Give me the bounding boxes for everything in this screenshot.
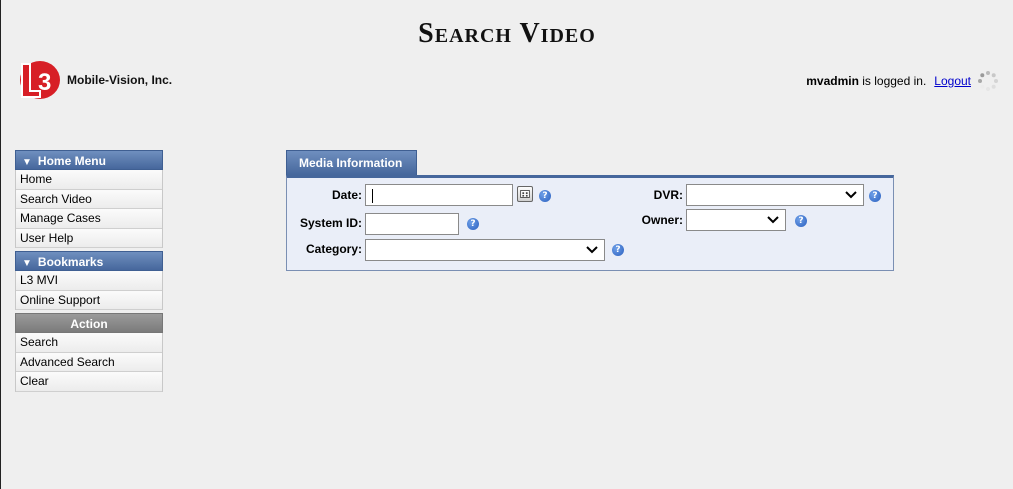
page-title: Search Video (418, 18, 596, 49)
home-menu-title: Home Menu (37, 154, 106, 168)
dvr-select[interactable] (686, 184, 864, 206)
logout-link[interactable]: Logout (934, 74, 971, 88)
bookmarks-menu: ▼ Bookmarks L3 MVI Online Support (15, 251, 163, 310)
category-label: Category: (305, 242, 362, 256)
category-select[interactable] (365, 239, 605, 261)
text-cursor (372, 189, 373, 203)
login-status-text: is logged in. (858, 74, 927, 88)
system-id-label: System ID: (299, 216, 362, 230)
sidebar-item-user-help[interactable]: User Help (16, 228, 162, 248)
action-advanced-search[interactable]: Advanced Search (16, 352, 162, 372)
owner-label: Owner: (641, 213, 683, 227)
action-search[interactable]: Search (16, 333, 162, 353)
collapse-triangle-icon: ▼ (22, 258, 32, 269)
collapse-triangle-icon: ▼ (22, 157, 32, 168)
company-name: Mobile-Vision, Inc. (67, 73, 173, 87)
l3-logo-icon: 3 (20, 61, 60, 99)
company-logo: 3 Mobile-Vision, Inc. (15, 60, 172, 100)
chevron-down-icon (767, 216, 779, 224)
sidebar-item-home[interactable]: Home (16, 170, 162, 190)
tab-media-information[interactable]: Media Information (286, 150, 418, 175)
svg-text:3: 3 (38, 69, 51, 96)
dvr-label: DVR: (653, 188, 683, 202)
system-id-input[interactable] (365, 213, 459, 235)
sidebar-item-manage-cases[interactable]: Manage Cases (16, 209, 162, 229)
media-information-panel: Media Information Date: ? System ID: ? C… (286, 150, 894, 271)
chevron-down-icon (845, 191, 857, 199)
system-id-help-icon[interactable]: ? (467, 218, 479, 230)
date-input[interactable] (365, 184, 513, 206)
sidebar: ▼ Home Menu Home Search Video Manage Case… (15, 150, 163, 395)
owner-help-icon[interactable]: ? (795, 215, 807, 227)
app-frame: Search Video 3 Mobile-Vision, Inc. mvadm… (0, 0, 1013, 489)
date-label: Date: (331, 188, 362, 202)
chevron-down-icon (586, 246, 598, 254)
category-help-icon[interactable]: ? (612, 244, 624, 256)
action-header: Action (15, 313, 163, 333)
bookmark-online-support[interactable]: Online Support (16, 290, 162, 310)
loading-spinner-icon (978, 71, 998, 91)
bookmarks-title: Bookmarks (37, 255, 104, 269)
login-status: mvadmin is logged in. Logout (806, 70, 999, 92)
media-information-form: Date: ? System ID: ? Category: ? DVR: ? … (286, 175, 894, 271)
username: mvadmin (806, 74, 859, 88)
date-help-icon[interactable]: ? (539, 190, 551, 202)
sidebar-item-search-video[interactable]: Search Video (16, 189, 162, 209)
bookmarks-header[interactable]: ▼ Bookmarks (15, 251, 163, 271)
owner-select[interactable] (686, 209, 786, 231)
bookmark-l3-mvi[interactable]: L3 MVI (16, 271, 162, 291)
action-menu: Action Search Advanced Search Clear (15, 313, 163, 392)
home-menu: ▼ Home Menu Home Search Video Manage Case… (15, 150, 163, 248)
calendar-icon[interactable] (517, 186, 533, 202)
dvr-help-icon[interactable]: ? (869, 190, 881, 202)
action-clear[interactable]: Clear (16, 372, 162, 392)
home-menu-header[interactable]: ▼ Home Menu (15, 150, 163, 170)
